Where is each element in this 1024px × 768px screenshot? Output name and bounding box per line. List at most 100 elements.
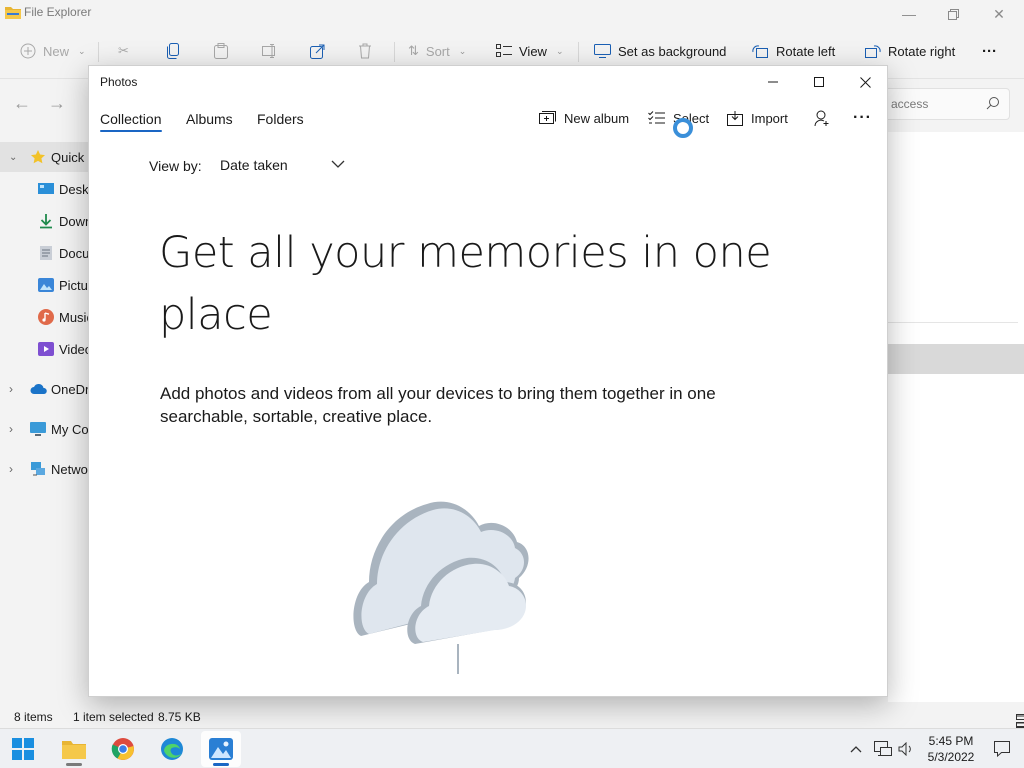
- chrome-icon: [111, 737, 135, 761]
- import-button[interactable]: Import: [727, 106, 788, 130]
- sidebar-item-music[interactable]: Music: [0, 302, 88, 332]
- document-icon: [38, 245, 54, 261]
- clock[interactable]: 5:45 PM 5/3/2022: [920, 733, 982, 765]
- tab-albums[interactable]: Albums: [186, 111, 233, 127]
- maximize-icon: [814, 77, 824, 87]
- new-album-button[interactable]: New album: [539, 106, 629, 130]
- restore-icon: [947, 8, 959, 20]
- selected-file-row[interactable]: [888, 344, 1024, 374]
- running-indicator: [213, 763, 229, 766]
- sort-label: Sort: [425, 43, 450, 59]
- download-icon: [38, 213, 54, 229]
- status-bar: 8 items 1 item selected 8.75 KB: [0, 704, 1024, 728]
- rename-icon: [262, 44, 278, 58]
- taskbar-chrome[interactable]: [103, 731, 143, 767]
- sidebar-item-videos[interactable]: Video: [0, 334, 88, 364]
- select-checklist-icon: [648, 111, 665, 125]
- sidebar-item-label: Pictur: [59, 277, 88, 293]
- sidebar-item-label: Music: [59, 309, 88, 325]
- plus-circle-icon: [20, 43, 36, 59]
- back-arrow-icon[interactable]: ←: [13, 93, 31, 114]
- tab-folders[interactable]: Folders: [257, 111, 304, 127]
- close-button[interactable]: ✕: [976, 0, 1022, 28]
- empty-state-title: Get all your memories in one place: [159, 228, 772, 340]
- file-explorer-icon: [62, 739, 86, 759]
- chevron-down-icon: ⌄: [458, 45, 467, 56]
- sidebar-item-desktop[interactable]: Deskt: [0, 174, 88, 204]
- chevron-down-icon[interactable]: [331, 160, 345, 169]
- sidebar-item-network[interactable]: › Netwo: [0, 454, 88, 484]
- view-by-dropdown[interactable]: Date taken: [220, 157, 288, 173]
- photos-window: Photos Collection Albums Folders New alb…: [88, 65, 888, 697]
- system-tray: [850, 729, 914, 768]
- network-status-icon[interactable]: [874, 741, 892, 757]
- rotate-right-icon: [864, 44, 881, 59]
- divider: [98, 42, 99, 62]
- taskbar-edge[interactable]: [152, 731, 192, 767]
- divider: [394, 42, 395, 62]
- sidebar-item-quick-access[interactable]: ⌄ Quick a: [0, 142, 88, 172]
- start-button[interactable]: [3, 731, 43, 767]
- import-icon: [727, 110, 743, 126]
- paste-icon: [214, 43, 228, 59]
- file-explorer-title: File Explorer: [24, 5, 92, 19]
- sort-icon: ⇅: [408, 43, 419, 58]
- view-icon: [496, 44, 512, 58]
- network-icon: [30, 461, 46, 477]
- close-button[interactable]: [842, 66, 887, 98]
- selection-size: 8.75 KB: [158, 710, 201, 724]
- item-count: 8 items: [14, 710, 53, 724]
- photos-title: Photos: [100, 75, 138, 89]
- busy-cursor-icon: [673, 118, 693, 138]
- sidebar-item-label: Deskt: [59, 181, 88, 197]
- sidebar-item-label: Down: [59, 213, 88, 229]
- sidebar-item-label: Docu: [59, 245, 88, 261]
- maximize-button[interactable]: [796, 66, 842, 98]
- taskbar-photos[interactable]: [201, 731, 241, 767]
- minimize-button[interactable]: —: [886, 0, 932, 28]
- tab-collection[interactable]: Collection: [100, 111, 161, 127]
- forward-arrow-icon[interactable]: →: [48, 93, 66, 114]
- close-icon: ✕: [993, 5, 1005, 22]
- people-button[interactable]: [814, 106, 831, 130]
- sidebar-item-label: Netwo: [51, 461, 88, 477]
- tiles-view-icon[interactable]: [1016, 714, 1024, 728]
- music-icon: [38, 309, 54, 325]
- sidebar-item-downloads[interactable]: Down: [0, 206, 88, 236]
- new-button[interactable]: New ⌄: [20, 32, 86, 70]
- notification-button[interactable]: [982, 731, 1022, 767]
- star-icon: [30, 149, 46, 165]
- trash-icon: [358, 43, 372, 59]
- search-placeholder: access: [891, 97, 929, 111]
- sidebar-item-my-computer[interactable]: › My Co: [0, 414, 88, 444]
- restore-button[interactable]: [930, 0, 976, 28]
- file-list-pane[interactable]: [888, 132, 1024, 702]
- desktop-icon: [38, 181, 54, 197]
- search-icon: [986, 96, 1000, 110]
- chevron-right-icon: ›: [9, 462, 13, 476]
- add-person-icon: [814, 110, 831, 127]
- computer-icon: [30, 421, 46, 437]
- chevron-down-icon: ⌄: [555, 45, 564, 56]
- more-options-button[interactable]: ···: [853, 106, 872, 130]
- sidebar-item-label: Video: [59, 341, 88, 357]
- clock-date: 5/3/2022: [927, 750, 975, 764]
- taskbar-file-explorer[interactable]: [54, 731, 94, 767]
- file-explorer-titlebar: File Explorer — ✕: [0, 0, 1024, 28]
- selection-count: 1 item selected: [73, 710, 154, 724]
- search-box[interactable]: access: [884, 88, 1010, 120]
- share-icon: [310, 43, 326, 59]
- minimize-button[interactable]: [750, 66, 796, 98]
- sidebar-item-pictures[interactable]: Pictur: [0, 270, 88, 300]
- sidebar-item-onedrive[interactable]: › OneDri: [0, 374, 88, 404]
- folder-icon: [5, 5, 21, 19]
- view-label: View: [519, 43, 547, 59]
- chevron-up-icon[interactable]: [850, 745, 862, 753]
- chevron-right-icon: ›: [9, 422, 13, 436]
- photos-icon: [209, 738, 233, 760]
- more-options-button[interactable]: ···: [982, 32, 997, 70]
- sidebar-item-documents[interactable]: Docu: [0, 238, 88, 268]
- volume-icon[interactable]: [898, 742, 914, 756]
- rotate-left-icon: [752, 44, 769, 59]
- minimize-icon: [768, 81, 778, 83]
